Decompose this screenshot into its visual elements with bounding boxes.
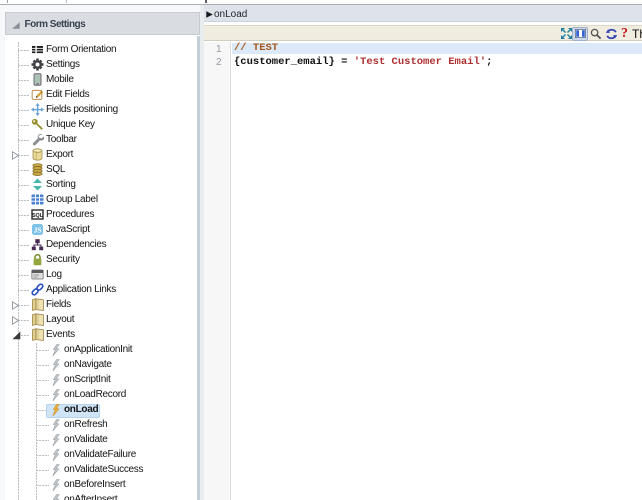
svg-text:SQL: SQL: [32, 213, 44, 219]
svg-text:JS: JS: [34, 226, 42, 235]
